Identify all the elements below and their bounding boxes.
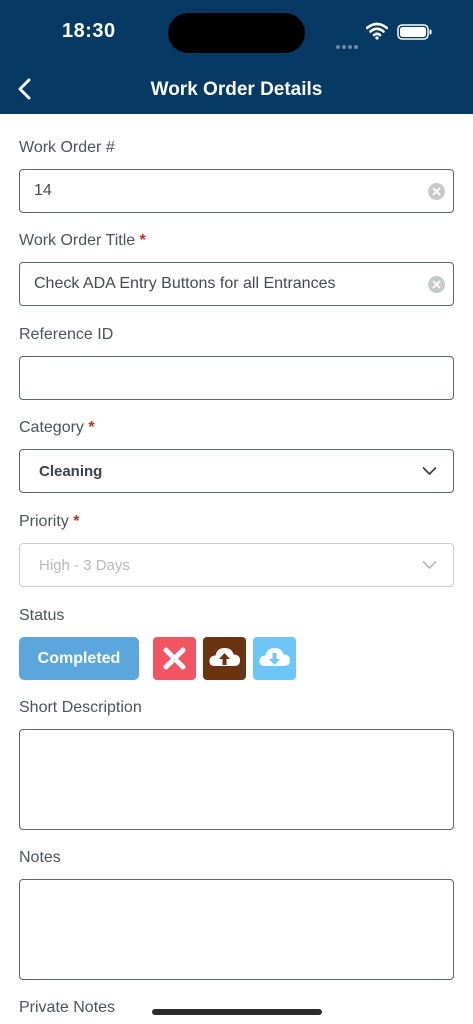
cancel-status-button[interactable] [153,637,196,680]
work-order-title-label: Work Order Title * [19,232,146,249]
cloud-download-icon [259,648,290,666]
category-label: Category * [19,419,95,436]
work-order-number-label: Work Order # [19,139,115,156]
required-mark: * [139,232,146,249]
work-order-details-screen: 18:30 Work Order Details Work Order # 14 [0,0,473,1024]
notes-textarea[interactable] [19,879,454,980]
chevron-down-icon [422,467,437,475]
wifi-icon [366,22,388,40]
app-header: 18:30 Work Order Details [0,0,473,114]
reference-id-input[interactable] [19,356,454,400]
clear-icon[interactable] [428,276,445,293]
notes-label: Notes [19,849,61,866]
category-select[interactable]: Cleaning [19,449,454,493]
home-indicator [152,1009,322,1015]
private-notes-label: Private Notes [19,999,116,1016]
reference-id-label: Reference ID [19,326,114,343]
page-title: Work Order Details [150,79,323,100]
short-description-label: Short Description [19,699,142,716]
chevron-down-icon [422,561,437,569]
cellular-signal-icon [336,36,360,54]
work-order-number-input[interactable]: 14 [19,169,454,213]
priority-label: Priority * [19,513,80,530]
work-order-title-input[interactable]: Check ADA Entry Buttons for all Entrance… [19,262,454,306]
status-completed-button[interactable]: Completed [19,637,139,680]
category-value: Cleaning [39,463,103,480]
work-order-title-value: Check ADA Entry Buttons for all Entrance… [34,275,336,292]
status-bar-time: 18:30 [62,20,116,42]
close-icon [163,647,186,670]
download-button[interactable] [253,637,296,680]
upload-button[interactable] [203,637,246,680]
required-mark: * [73,513,80,530]
work-order-number-value: 14 [34,182,52,199]
status-label: Status [19,607,65,624]
clear-icon[interactable] [428,183,445,200]
cloud-upload-icon [209,648,240,666]
short-description-textarea[interactable] [19,729,454,830]
dynamic-island [168,13,305,53]
priority-value: High - 3 Days [39,557,130,574]
required-mark: * [88,419,95,436]
priority-select: High - 3 Days [19,543,454,587]
battery-icon [397,24,432,40]
